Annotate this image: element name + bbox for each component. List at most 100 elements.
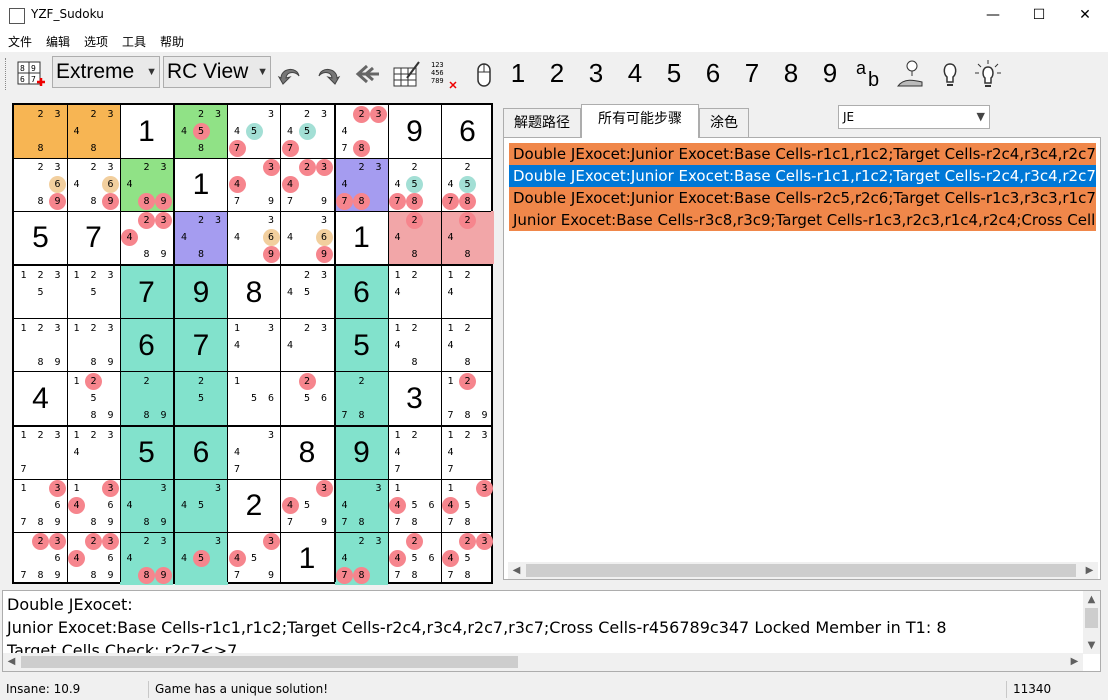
- board-cell[interactable]: 3 457: [228, 105, 281, 158]
- maximize-button[interactable]: ☐: [1016, 0, 1062, 30]
- board-cell[interactable]: 1 456 78: [388, 479, 441, 532]
- board-cell[interactable]: 23 4: [281, 319, 334, 372]
- board-cell[interactable]: 123 4: [67, 426, 120, 479]
- board-cell[interactable]: 23489: [120, 211, 173, 264]
- steps-horizontal-scrollbar[interactable]: ◀ ▶: [508, 562, 1098, 579]
- board-cell[interactable]: 9: [174, 265, 228, 319]
- board-cell[interactable]: 6: [441, 105, 494, 158]
- board-cell[interactable]: 3 489: [120, 479, 173, 532]
- board-cell[interactable]: 123 7: [14, 426, 67, 479]
- scroll-right-icon[interactable]: ▶: [1066, 653, 1083, 670]
- board-cell[interactable]: 124: [388, 266, 441, 319]
- menu-file[interactable]: 文件: [8, 33, 32, 50]
- board-cell[interactable]: 25: [174, 371, 228, 425]
- board-cell[interactable]: 2 89: [120, 371, 173, 425]
- board-cell[interactable]: 23 8: [14, 105, 67, 158]
- board-cell[interactable]: 23 689: [14, 158, 67, 211]
- sudoku-board[interactable]: 2382348123458345723457234789623689234689…: [12, 103, 494, 585]
- board-cell[interactable]: 1248: [388, 319, 441, 372]
- undo-icon[interactable]: [274, 58, 306, 90]
- board-cell[interactable]: 1 34578: [441, 479, 494, 532]
- board-cell[interactable]: 23 45: [281, 266, 334, 319]
- board-cell[interactable]: 3 4 7: [228, 426, 281, 479]
- board-cell[interactable]: 5: [335, 318, 388, 372]
- board-cell[interactable]: 3 4 69: [228, 211, 281, 264]
- difficulty-select[interactable]: Extreme ▼: [52, 56, 160, 88]
- digit-5-button[interactable]: 5: [659, 58, 689, 90]
- board-cell[interactable]: 1: [281, 532, 334, 585]
- board-cell[interactable]: 23 6 789: [14, 532, 67, 585]
- digit-4-button[interactable]: 4: [620, 58, 650, 90]
- mouse-icon[interactable]: [468, 58, 500, 90]
- board-cell[interactable]: 7: [67, 211, 120, 264]
- board-cell[interactable]: 34 7 9: [228, 158, 281, 211]
- close-button[interactable]: ✕: [1062, 0, 1108, 30]
- board-cell[interactable]: 124 7: [388, 426, 441, 479]
- board-cell[interactable]: 123 4 7: [441, 426, 494, 479]
- digit-2-button[interactable]: 2: [542, 58, 572, 90]
- redo-icon[interactable]: [312, 58, 344, 90]
- board-cell[interactable]: 9: [335, 426, 388, 479]
- board-cell[interactable]: 2456 78: [388, 532, 441, 585]
- board-cell[interactable]: 23 48: [174, 211, 228, 264]
- digit-9-button[interactable]: 9: [815, 58, 845, 90]
- menu-edit[interactable]: 编辑: [46, 33, 70, 50]
- board-cell[interactable]: 3: [388, 372, 441, 425]
- board-cell[interactable]: 1 3 4: [228, 319, 281, 372]
- board-cell[interactable]: 3 45: [174, 532, 228, 585]
- menu-help[interactable]: 帮助: [160, 33, 184, 50]
- board-cell[interactable]: 234689: [67, 158, 120, 211]
- step-list-item[interactable]: Junior Exocet:Base Cells-r3c8,r3c9;Targe…: [509, 209, 1096, 231]
- grid-edit-icon[interactable]: [390, 58, 422, 90]
- board-cell[interactable]: 9: [388, 105, 441, 158]
- description-vertical-scrollbar[interactable]: ▲ ▼: [1083, 591, 1100, 654]
- clear-candidates-icon[interactable]: 123 456 789: [428, 58, 460, 90]
- board-cell[interactable]: 123 89: [14, 319, 67, 372]
- scroll-left-icon[interactable]: ◀: [3, 653, 20, 670]
- board-cell[interactable]: 24578: [388, 158, 441, 211]
- board-cell[interactable]: 5: [14, 211, 67, 264]
- board-cell[interactable]: 1: [120, 105, 173, 158]
- board-cell[interactable]: 23489: [120, 532, 173, 585]
- board-cell[interactable]: 23 4 78: [335, 105, 388, 158]
- step-list-item[interactable]: Double JExocet:Junior Exocet:Base Cells-…: [509, 143, 1096, 165]
- scroll-up-icon[interactable]: ▲: [1083, 591, 1100, 608]
- tab-coloring[interactable]: 涂色: [699, 108, 749, 138]
- scroll-thumb[interactable]: [526, 564, 1076, 577]
- board-cell[interactable]: 6: [120, 318, 173, 372]
- board-cell[interactable]: 1235: [67, 266, 120, 319]
- scroll-down-icon[interactable]: ▼: [1083, 637, 1100, 654]
- board-cell[interactable]: 5: [120, 426, 173, 479]
- board-cell[interactable]: 3457 9: [281, 479, 334, 532]
- board-cell[interactable]: 7: [174, 318, 228, 372]
- toolbar-grip[interactable]: [5, 58, 8, 90]
- board-cell[interactable]: 248: [441, 211, 494, 264]
- steps-list[interactable]: Double JExocet:Junior Exocet:Base Cells-…: [509, 143, 1096, 233]
- menu-options[interactable]: 选项: [84, 33, 108, 50]
- board-cell[interactable]: 2 56: [281, 372, 334, 425]
- back-arrow-icon[interactable]: [352, 58, 384, 90]
- board-cell[interactable]: 1 3 6 789: [14, 479, 67, 532]
- tab-solution-path[interactable]: 解题路径: [503, 108, 581, 138]
- hint-hand-icon[interactable]: [894, 58, 926, 90]
- view-select[interactable]: RC View ▼: [163, 56, 271, 88]
- digit-3-button[interactable]: 3: [581, 58, 611, 90]
- board-cell[interactable]: 6: [335, 265, 388, 319]
- minimize-button[interactable]: —: [970, 0, 1016, 30]
- board-cell[interactable]: 3 45: [174, 479, 228, 532]
- board-cell[interactable]: 234578: [441, 532, 494, 585]
- board-cell[interactable]: 234689: [67, 532, 120, 585]
- board-cell[interactable]: 248: [388, 211, 441, 264]
- bulb-rays-icon[interactable]: [972, 58, 1004, 90]
- board-cell[interactable]: 156: [228, 372, 281, 425]
- board-cell[interactable]: 12 789: [441, 372, 494, 425]
- board-cell[interactable]: 3457 9: [228, 532, 281, 585]
- scroll-thumb[interactable]: [21, 656, 518, 668]
- board-cell[interactable]: 6: [174, 426, 228, 479]
- board-cell[interactable]: 24578: [441, 158, 494, 211]
- step-list-item[interactable]: Double JExocet:Junior Exocet:Base Cells-…: [509, 165, 1096, 187]
- board-cell[interactable]: 234 7 9: [281, 158, 334, 211]
- new-puzzle-icon[interactable]: 8967: [14, 58, 46, 90]
- board-cell[interactable]: 1235: [14, 266, 67, 319]
- board-cell[interactable]: 7: [120, 265, 173, 319]
